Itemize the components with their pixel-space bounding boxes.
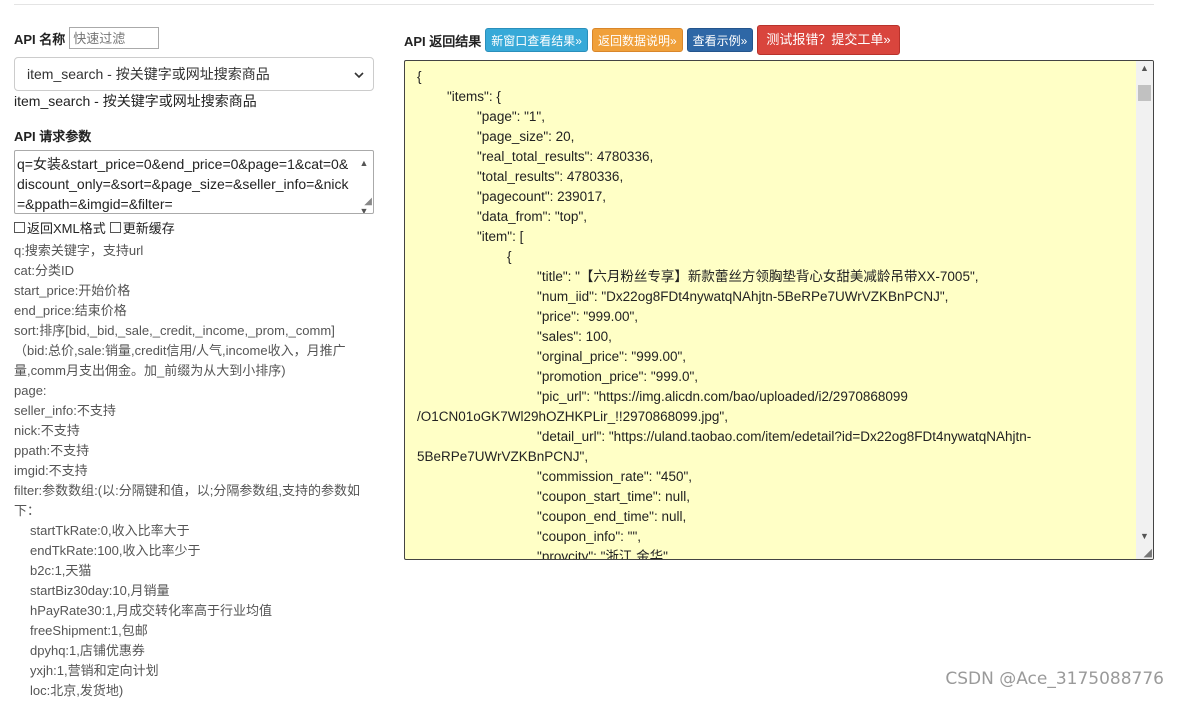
left-panel: API 名称 item_search - 按关键字或网址搜索商品 item_se…	[14, 25, 376, 698]
code-line: "coupon_end_time": null,	[417, 509, 687, 524]
code-line: "coupon_info": "",	[417, 529, 642, 544]
doc-line: nick:不支持	[14, 423, 80, 438]
doc-line: hPayRate30:1,月成交转化率高于行业均值	[30, 603, 273, 618]
code-line: "orginal_price": "999.00",	[417, 349, 687, 364]
code-line: "num_iid": "Dx22og8FDt4nywatqNAhjtn-5BeR…	[417, 289, 949, 304]
api-select-value: item_search - 按关键字或网址搜索商品	[27, 66, 270, 82]
code-line: "price": "999.00",	[417, 309, 638, 324]
params-text: q=女装&start_price=0&end_price=0&page=1&ca…	[17, 156, 349, 212]
code-line: {	[417, 69, 422, 84]
param-docs: q:搜索关键字，支持url cat:分类ID start_price:开始价格 …	[14, 241, 376, 701]
result-scrollbar[interactable]: ▲ ▼	[1136, 61, 1153, 559]
scroll-down-icon[interactable]: ▼	[1136, 531, 1153, 541]
doc-line: q:搜索关键字，支持url	[14, 243, 144, 258]
api-name-row: API 名称	[14, 25, 376, 51]
code-line: "sales": 100,	[417, 329, 612, 344]
watermark: CSDN @Ace_3175088776	[945, 669, 1164, 689]
options-row: 返回XML格式 更新缓存	[14, 218, 179, 237]
view-example-button[interactable]: 查看示例»	[686, 28, 754, 52]
api-name-label: API 名称	[14, 31, 66, 47]
top-divider	[14, 4, 1154, 5]
doc-line: （bid:总价,sale:销量,credit信用/人气,income收入，月推广…	[14, 343, 346, 378]
update-cache-checkbox[interactable]	[109, 222, 121, 233]
code-line: "pic_url": "https://img.alicdn.com/bao/u…	[417, 389, 908, 404]
return-doc-button[interactable]: 返回数据说明»	[591, 28, 683, 52]
doc-line: startBiz30day:10,月销量	[30, 583, 170, 598]
result-textarea[interactable]: { "items": { "page": "1", "page_size": 2…	[404, 60, 1154, 560]
params-label: API 请求参数	[14, 129, 92, 144]
code-line: "page_size": 20,	[417, 129, 575, 144]
doc-line: page:	[14, 383, 47, 398]
code-line: "page": "1",	[417, 109, 545, 124]
doc-line: seller_info:不支持	[14, 403, 116, 418]
code-line: "data_from": "top",	[417, 209, 587, 224]
code-line: "item": [	[417, 229, 524, 244]
code-line: "total_results": 4780336,	[417, 169, 624, 184]
code-line: "pagecount": 239017,	[417, 189, 606, 204]
code-line: "coupon_start_time": null,	[417, 489, 690, 504]
code-line: "items": {	[417, 89, 501, 104]
doc-line: sort:排序[bid,_bid,_sale,_credit,_income,_…	[14, 323, 335, 338]
code-line: "title": "【六月粉丝专享】新款蕾丝方领胸垫背心女甜美减龄吊带XX-70…	[417, 269, 979, 284]
resize-grip-icon[interactable]: ◢	[1144, 546, 1152, 559]
doc-line: end_price:结束价格	[14, 303, 127, 318]
code-line: {	[417, 249, 512, 264]
result-header: API 返回结果 新窗口查看结果» 返回数据说明» 查看示例» 测试报错？提交工…	[404, 25, 900, 55]
result-label: API 返回结果	[404, 33, 482, 49]
report-error-button[interactable]: 测试报错？提交工单»	[757, 25, 900, 55]
doc-line: endTkRate:100,收入比率少于	[30, 543, 201, 558]
code-line: "commission_rate": "450",	[417, 469, 693, 484]
doc-line: start_price:开始价格	[14, 283, 131, 298]
scroll-thumb[interactable]	[1138, 85, 1151, 101]
doc-line: filter:参数数组:(以:分隔键和值，以;分隔参数组,支持的参数如下：	[14, 483, 360, 518]
scroll-up-icon[interactable]: ▲	[357, 153, 371, 173]
scroll-up-icon[interactable]: ▲	[1136, 63, 1153, 73]
code-line: 5BeRPe7UWrVZKBnPCNJ",	[417, 449, 589, 464]
code-line: "promotion_price": "999.0",	[417, 369, 699, 384]
doc-line: imgid:不支持	[14, 463, 88, 478]
api-select[interactable]: item_search - 按关键字或网址搜索商品	[14, 57, 374, 91]
doc-line: yxjh:1,营销和定向计划	[30, 663, 159, 678]
doc-line: cat:分类ID	[14, 263, 74, 278]
params-textarea[interactable]: q=女装&start_price=0&end_price=0&page=1&ca…	[14, 150, 374, 214]
doc-line: dpyhq:1,店铺优惠券	[30, 643, 145, 658]
code-line: /O1CN01oGK7Wl29hOZHKPLir_!!2970868099.jp…	[417, 409, 728, 424]
update-cache-label: 更新缓存	[122, 221, 175, 236]
return-xml-checkbox[interactable]	[14, 222, 25, 233]
selected-api-description: item_search - 按关键字或网址搜索商品	[14, 93, 257, 109]
chevron-down-icon	[353, 58, 365, 90]
code-line: "provcity": "浙江 金华",	[417, 549, 672, 560]
quick-filter-input[interactable]	[69, 27, 160, 49]
doc-line: startTkRate:0,收入比率大于	[30, 523, 190, 538]
result-code: { "items": { "page": "1", "page_size": 2…	[417, 67, 1137, 560]
return-xml-label: 返回XML格式	[27, 221, 106, 236]
doc-line: ppath:不支持	[14, 443, 90, 458]
code-line: "real_total_results": 4780336,	[417, 149, 654, 164]
doc-line: b2c:1,天猫	[30, 563, 92, 578]
resize-grip-icon[interactable]: ◢	[364, 192, 372, 212]
new-window-button[interactable]: 新窗口查看结果»	[485, 28, 588, 52]
doc-line: loc:北京,发货地)	[30, 683, 124, 698]
doc-line: freeShipment:1,包邮	[30, 623, 148, 638]
code-line: "detail_url": "https://uland.taobao.com/…	[417, 429, 1032, 444]
